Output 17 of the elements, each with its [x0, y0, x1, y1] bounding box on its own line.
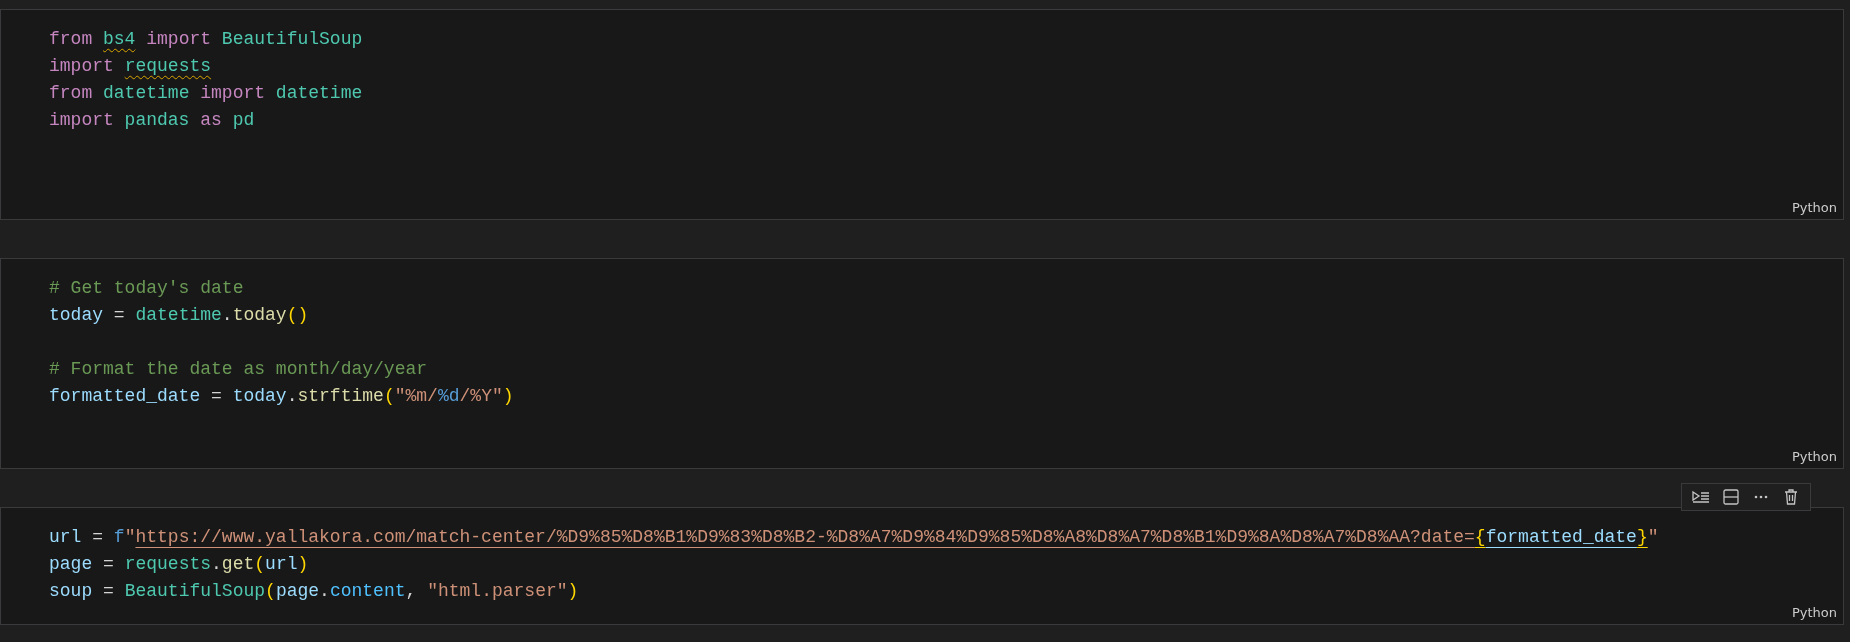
code-line: today = datetime.today(): [49, 304, 310, 327]
code-line: page = requests.get(url): [49, 553, 310, 576]
code-line: from datetime import datetime: [49, 82, 364, 105]
language-label[interactable]: Python: [1791, 200, 1843, 219]
code-line: soup = BeautifulSoup(page.content, "html.parser"): [49, 580, 580, 603]
code-line: url = f"https://www.yallakora.com/match-center/%D9%85%D8%B1%D9%83%D8%B2-%D8%A7%D9%84%D9%85%D8%A8%D8%A7%D8%B1%D9%8A%D8%A7%D8%AA?date={formatted_date}": [49, 526, 1660, 549]
code-cell[interactable]: # Get today's date today = datetime.today() # Format the date as month/day/year formatted_date = today.strftime("%m/%d/%Y") Python: [0, 258, 1844, 469]
code-line: # Format the date as month/day/year: [49, 358, 429, 381]
code-line: from bs4 import BeautifulSoup: [49, 28, 364, 51]
code-line: import requests: [49, 55, 213, 78]
code-line: import pandas as pd: [49, 109, 256, 132]
code-line: # Get today's date: [49, 277, 245, 300]
code-cell[interactable]: from bs4 import BeautifulSoup import requests from datetime import datetime import pandas as pd Python: [0, 9, 1844, 220]
code-cell[interactable]: [0, 507, 1844, 625]
language-label[interactable]: Python: [1791, 449, 1843, 468]
language-label[interactable]: Python: [1791, 605, 1843, 624]
code-line: formatted_date = today.strftime("%m/%d/%Y"): [49, 385, 515, 408]
